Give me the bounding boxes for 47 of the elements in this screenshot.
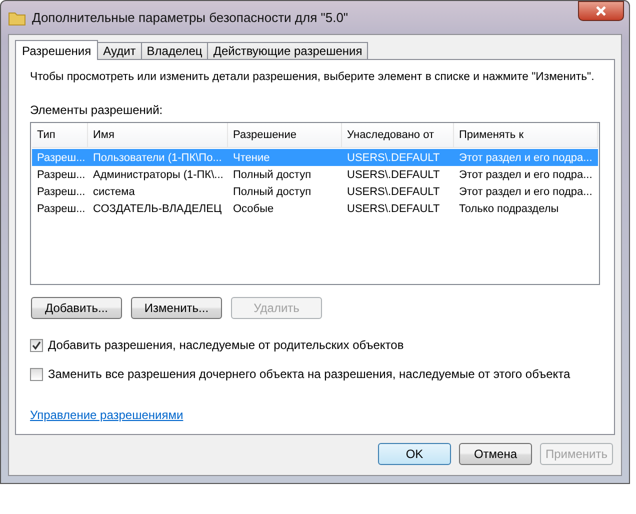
window-title: Дополнительные параметры безопасности для "5.0" <box>32 10 348 25</box>
table-cell-text: Особые <box>232 202 275 214</box>
list-action-button[interactable]: Добавить... <box>31 297 122 319</box>
column-header[interactable]: Применять к <box>454 123 598 147</box>
manage-permissions-link[interactable]: Управление разрешениями <box>30 408 184 422</box>
table-cell-text: USERS\.DEFAULT <box>346 152 441 164</box>
checkbox-label: Заменить все разрешения дочернего объекта на разрешения, наследуемые от этого объекта <box>48 367 570 381</box>
table-cell-text: СОЗДАТЕЛЬ-ВЛАДЕЛЕЦ <box>92 202 223 214</box>
list-row[interactable]: Разреш... СОЗДАТЕЛЬ-ВЛАДЕЛЕЦ Особые USERS\.DEFAULT Только подразделы <box>32 200 598 217</box>
close-icon <box>595 6 607 16</box>
table-cell-text: Пользователи (1-ПК\По... <box>92 152 223 164</box>
checkbox[interactable] <box>30 368 43 380</box>
table-cell-text: Разреш... <box>36 186 86 198</box>
table-cell-text: Этот раздел и его подра... <box>458 152 594 164</box>
table-cell-text: Чтение <box>232 152 271 164</box>
table-cell-text: Разреш... <box>36 202 86 214</box>
table-cell-text: Этот раздел и его подра... <box>458 168 594 180</box>
list-action-button[interactable]: Изменить... <box>131 297 222 319</box>
checkbox[interactable] <box>30 338 43 352</box>
dialog-button[interactable]: OK <box>378 443 451 465</box>
folder-icon <box>8 10 26 26</box>
table-cell-text: Администраторы (1-ПК\... <box>92 168 224 180</box>
table-cell-text: USERS\.DEFAULT <box>346 186 441 198</box>
list-label: Элементы разрешений: <box>30 103 164 117</box>
table-cell-text: Только подразделы <box>458 202 560 214</box>
column-header[interactable]: Разрешение <box>228 123 342 147</box>
column-header[interactable]: Имя <box>88 123 228 147</box>
table-cell-text: система <box>92 186 136 198</box>
column-header[interactable]: Унаследовано от <box>342 123 454 147</box>
table-cell-text: Разреш... <box>36 152 86 164</box>
tab[interactable]: Владелец <box>140 42 208 59</box>
list-row[interactable]: Разреш... Администраторы (1-ПК\... Полный доступ USERS\.DEFAULT Этот раздел и его подра... <box>32 166 598 183</box>
table-cell-text: USERS\.DEFAULT <box>346 168 441 180</box>
table-cell-text: Полный доступ <box>232 186 312 198</box>
list-row[interactable]: Разреш... система Полный доступ USERS\.DEFAULT Этот раздел и его подра... <box>32 183 598 200</box>
tab[interactable]: Аудит <box>97 42 142 59</box>
table-cell-text: USERS\.DEFAULT <box>346 202 441 214</box>
tab[interactable]: Действующие разрешения <box>207 42 368 59</box>
column-header[interactable]: Тип <box>32 123 88 147</box>
table-cell-text: Полный доступ <box>232 168 312 180</box>
dialog-button[interactable]: Отмена <box>459 443 532 465</box>
table-cell-text: Этот раздел и его подра... <box>458 186 594 198</box>
tab[interactable]: Разрешения <box>15 40 98 60</box>
table-cell-text: Разреш... <box>36 168 86 180</box>
instruction-text: Чтобы просмотреть или изменить детали разрешения, выберите элемент в списке и нажмите "Изменить". <box>30 71 596 83</box>
checkbox-label: Добавить разрешения, наследуемые от родительских объектов <box>48 338 404 352</box>
close-button[interactable] <box>578 1 624 21</box>
